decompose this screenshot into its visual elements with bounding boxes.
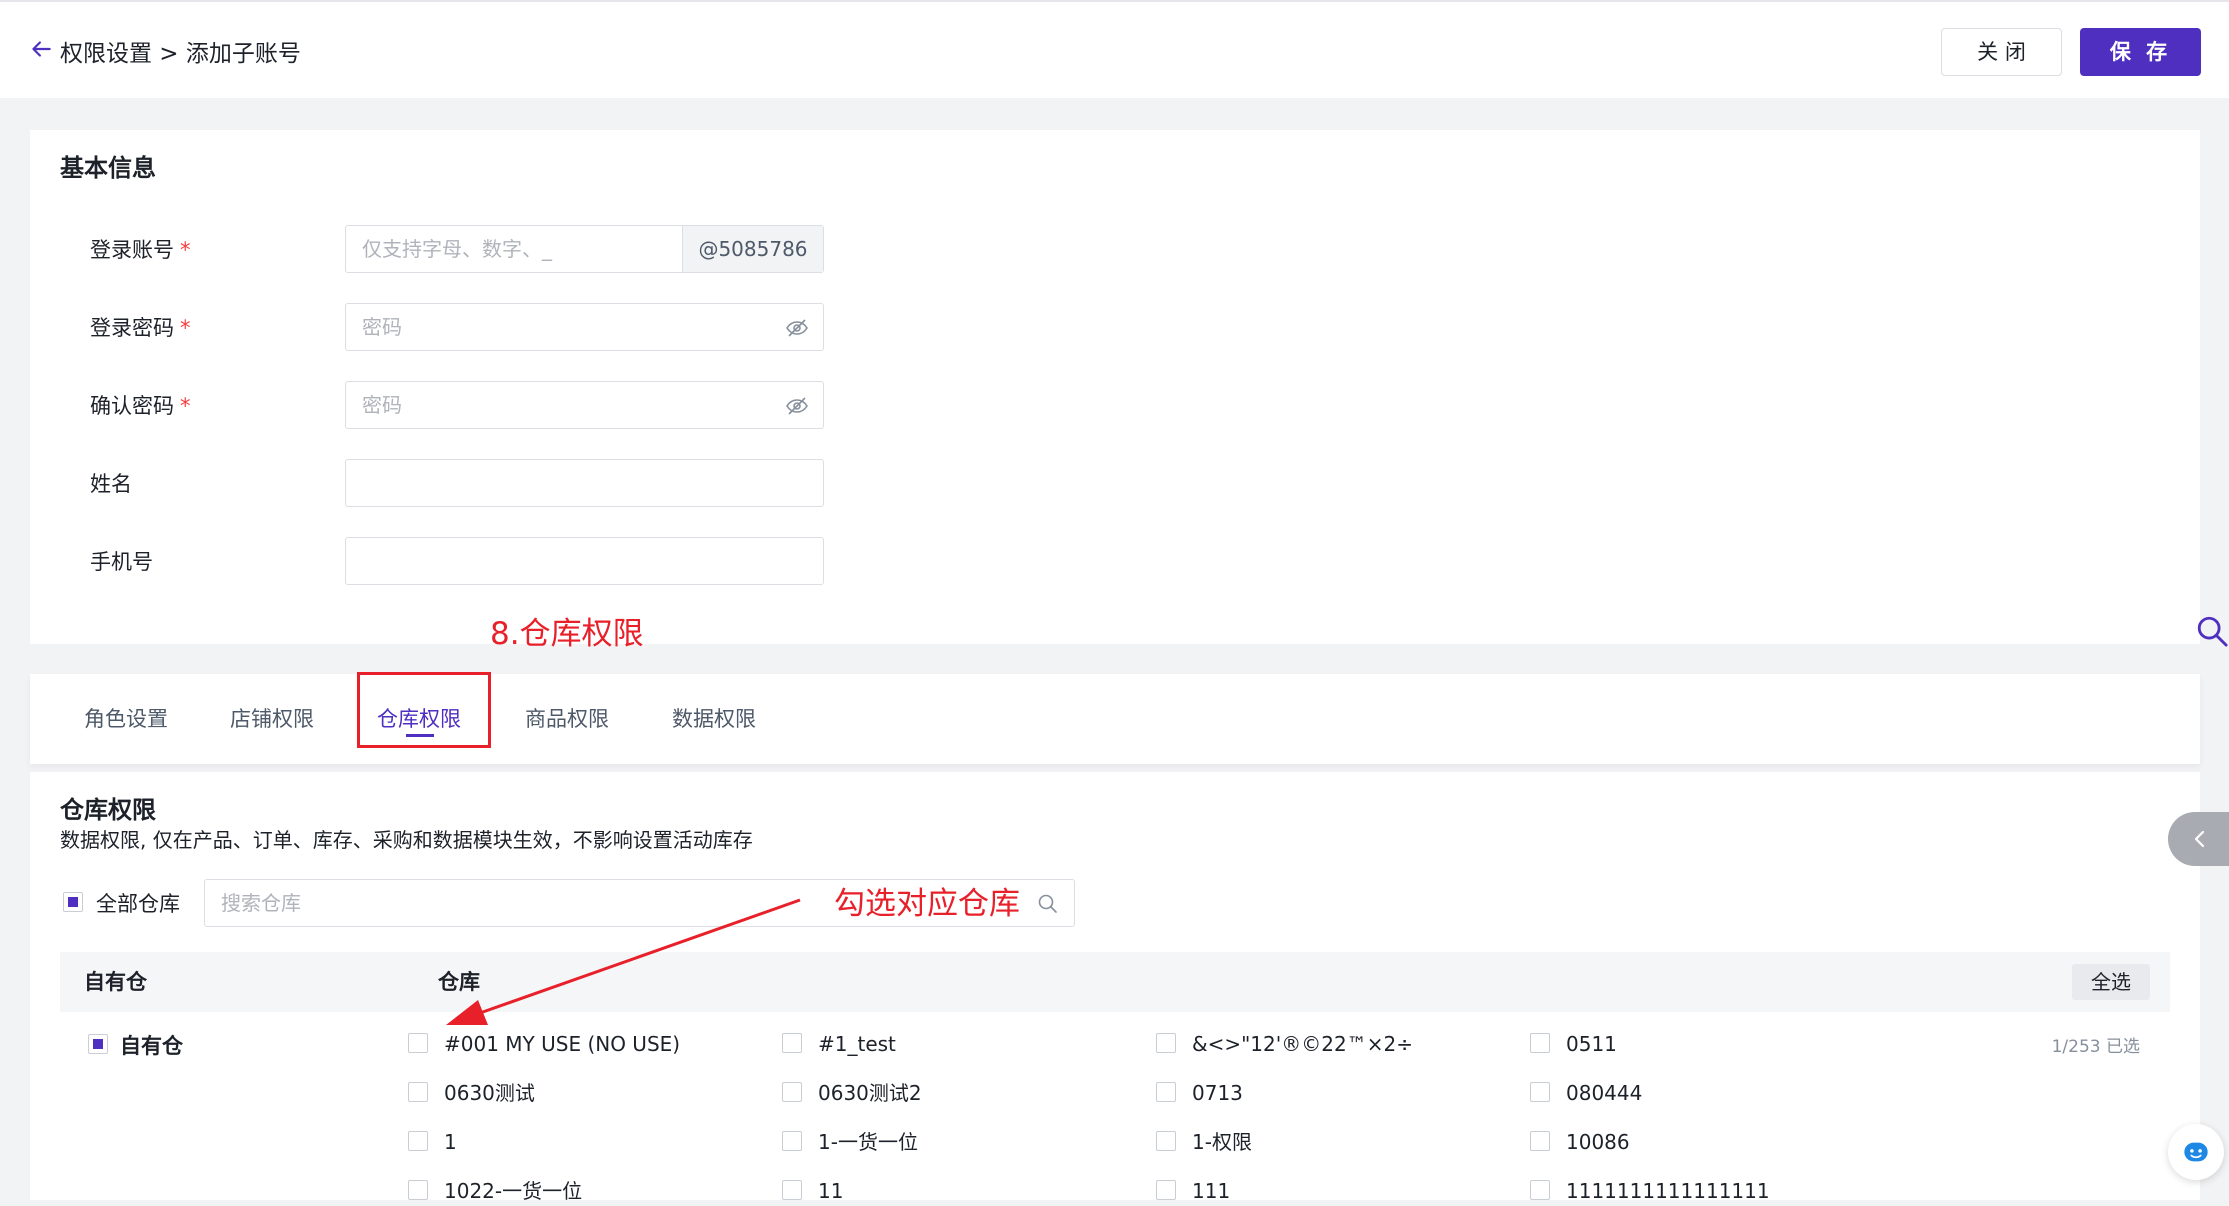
chevron-left-icon xyxy=(2194,830,2205,848)
warehouse-checkbox[interactable] xyxy=(1156,1082,1176,1102)
warehouse-checkbox[interactable] xyxy=(782,1033,802,1053)
warehouse-name: 1-权限 xyxy=(1192,1130,1252,1154)
warehouse-permission-card: 仓库权限 数据权限, 仅在产品、订单、库存、采购和数据模块生效，不影响设置活动库… xyxy=(30,772,2200,1203)
account-suffix: @5085786 xyxy=(682,226,823,272)
warehouse-name: 10086 xyxy=(1566,1130,1630,1154)
warehouse-name: 0511 xyxy=(1566,1032,1617,1056)
warehouse-checkbox[interactable] xyxy=(1156,1131,1176,1151)
warehouse-checkbox[interactable] xyxy=(782,1082,802,1102)
confirm-password-label: 确认密码 * xyxy=(90,390,191,420)
warehouse-checkbox[interactable] xyxy=(782,1131,802,1151)
warehouse-checkbox[interactable] xyxy=(1530,1033,1550,1053)
back-arrow-icon[interactable] xyxy=(28,36,54,62)
assistant-button[interactable] xyxy=(2168,1124,2224,1180)
selected-count: 1/253 已选 xyxy=(2051,1037,2140,1057)
assistant-face-icon xyxy=(2184,1142,2208,1162)
account-label-text: 登录账号 xyxy=(90,238,174,262)
warehouse-name: #1_test xyxy=(818,1032,896,1056)
own-warehouse-group-label: 自有仓 xyxy=(120,1034,183,1058)
warehouse-name: 11 xyxy=(818,1179,844,1203)
close-button[interactable]: 关 闭 xyxy=(1941,28,2062,76)
warehouse-name: 080444 xyxy=(1566,1081,1643,1105)
password-field xyxy=(345,303,824,351)
warehouse-checkbox[interactable] xyxy=(408,1082,428,1102)
phone-label: 手机号 xyxy=(90,550,153,574)
warehouse-description: 数据权限, 仅在产品、订单、库存、采购和数据模块生效，不影响设置活动库存 xyxy=(60,828,753,852)
required-mark: * xyxy=(180,238,191,262)
warehouse-name: 111 xyxy=(1192,1179,1231,1203)
own-warehouse-group-checkbox[interactable] xyxy=(88,1034,108,1054)
warehouse-checkbox[interactable] xyxy=(1530,1082,1550,1102)
account-input[interactable] xyxy=(362,226,662,272)
basic-info-title: 基本信息 xyxy=(60,154,156,182)
phone-input[interactable] xyxy=(362,538,662,584)
name-label: 姓名 xyxy=(90,472,132,496)
all-warehouses-checkbox[interactable] xyxy=(63,892,83,912)
warehouse-name: &<>"12'®©22™×2÷ xyxy=(1192,1032,1413,1056)
eye-off-icon[interactable] xyxy=(785,394,809,418)
warehouse-name: 0630测试 xyxy=(444,1081,535,1105)
phone-field xyxy=(345,537,824,585)
search-icon[interactable] xyxy=(2195,614,2229,648)
warehouse-checkbox[interactable] xyxy=(782,1180,802,1200)
sidebar-collapse-toggle[interactable] xyxy=(2168,812,2229,866)
account-label: 登录账号 * xyxy=(90,234,191,264)
password-input[interactable] xyxy=(362,304,662,350)
warehouse-checkbox[interactable] xyxy=(1530,1180,1550,1200)
warehouse-checkbox[interactable] xyxy=(1156,1033,1176,1053)
column-warehouse: 仓库 xyxy=(438,970,480,994)
basic-info-card: 基本信息 登录账号* @5085786 登录密码* 确认密码* 姓名 手机号 xyxy=(30,130,2200,644)
tab-role-settings[interactable]: 角色设置 xyxy=(84,674,168,764)
warehouse-name: 1111111111111111 xyxy=(1566,1179,1770,1203)
warehouse-title: 仓库权限 xyxy=(60,796,156,824)
warehouse-table-header: 自有仓 仓库 全选 xyxy=(60,952,2170,1012)
select-all-button[interactable]: 全选 xyxy=(2072,964,2150,1000)
column-own-warehouse: 自有仓 xyxy=(84,970,147,994)
warehouse-name: 0713 xyxy=(1192,1081,1243,1105)
annotation-highlight-box xyxy=(357,672,491,748)
all-warehouses-label: 全部仓库 xyxy=(96,892,180,916)
warehouse-checkbox[interactable] xyxy=(1156,1180,1176,1200)
warehouse-name: 0630测试2 xyxy=(818,1081,922,1105)
account-field: @5085786 xyxy=(345,225,824,273)
annotation-hint: 勾选对应仓库 xyxy=(834,886,1020,922)
name-field xyxy=(345,459,824,507)
warehouse-checkbox[interactable] xyxy=(408,1033,428,1053)
required-mark: * xyxy=(180,316,191,340)
confirm-label-text: 确认密码 xyxy=(90,394,174,418)
confirm-password-field xyxy=(345,381,824,429)
save-button[interactable]: 保 存 xyxy=(2080,28,2201,76)
required-mark: * xyxy=(180,394,191,418)
search-icon[interactable] xyxy=(1036,892,1060,916)
warehouse-checkbox[interactable] xyxy=(1530,1131,1550,1151)
warehouse-name: 1022-一货一位 xyxy=(444,1179,583,1203)
tab-data-permission[interactable]: 数据权限 xyxy=(672,674,756,764)
warehouse-name: 1 xyxy=(444,1130,457,1154)
warehouse-checkbox[interactable] xyxy=(408,1180,428,1200)
breadcrumb: 权限设置 > 添加子账号 xyxy=(60,41,301,67)
annotation-step-label: 8.仓库权限 xyxy=(490,616,644,652)
warehouse-name: #001 MY USE (NO USE) xyxy=(444,1032,681,1056)
permission-tabs: 角色设置 店铺权限 仓库权限 商品权限 数据权限 xyxy=(30,674,2200,764)
confirm-password-input[interactable] xyxy=(362,382,662,428)
top-bar: 权限设置 > 添加子账号 关 闭 保 存 xyxy=(0,0,2229,98)
tab-store-permission[interactable]: 店铺权限 xyxy=(230,674,314,764)
warehouse-name: 1-一货一位 xyxy=(818,1130,918,1154)
eye-off-icon[interactable] xyxy=(785,316,809,340)
name-input[interactable] xyxy=(362,460,662,506)
password-label: 登录密码 * xyxy=(90,312,191,342)
password-label-text: 登录密码 xyxy=(90,316,174,340)
warehouse-checkbox[interactable] xyxy=(408,1131,428,1151)
tab-product-permission[interactable]: 商品权限 xyxy=(525,674,609,764)
